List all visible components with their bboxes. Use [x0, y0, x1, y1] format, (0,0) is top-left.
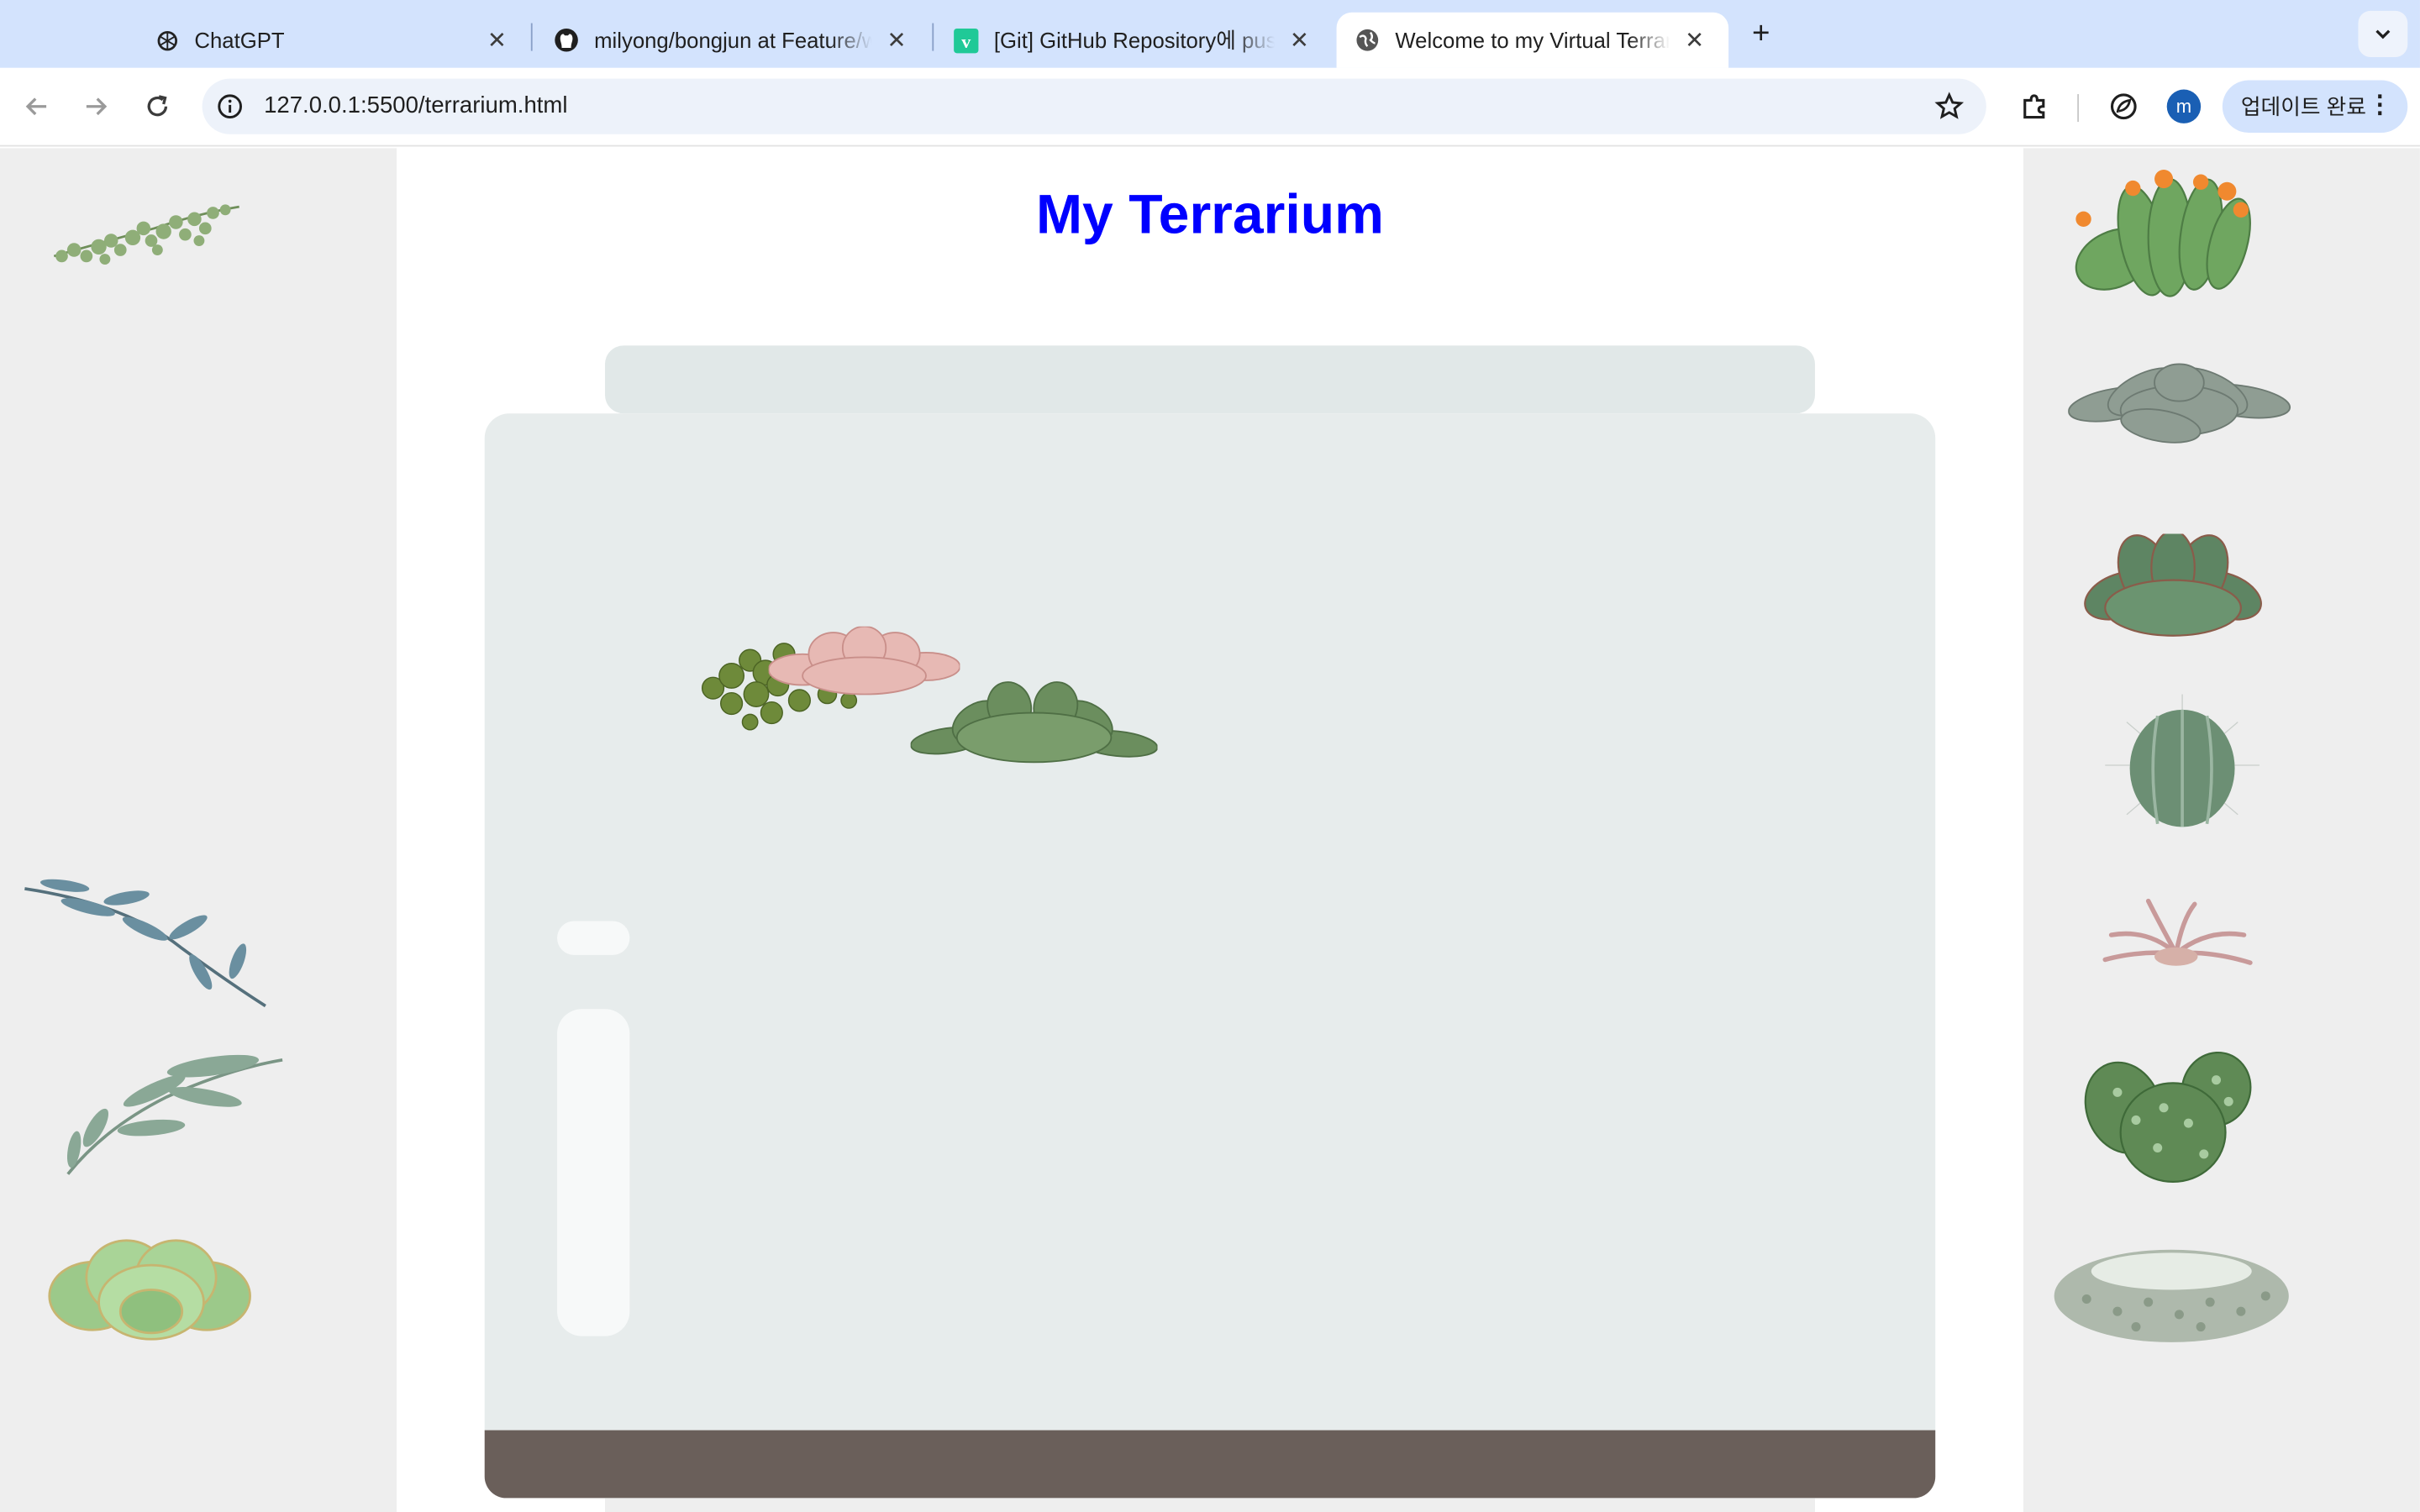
close-tab-icon[interactable]: ✕: [1679, 24, 1710, 55]
github-icon: [554, 28, 578, 52]
green-aloe-plant[interactable]: [2084, 533, 2263, 642]
close-tab-icon[interactable]: ✕: [481, 24, 513, 55]
tab-search-chevron-down-icon[interactable]: [2358, 10, 2408, 57]
olive-branch-plant[interactable]: [59, 1051, 291, 1182]
tab-title: milyong/bongjun at Feature/w: [594, 28, 872, 53]
close-tab-icon[interactable]: ✕: [1284, 24, 1315, 55]
site-info-icon[interactable]: [216, 92, 244, 120]
tab-divider: [530, 23, 533, 51]
tab-title: [Git] GitHub Repository에 pus: [993, 28, 1276, 53]
forward-arrow-icon[interactable]: [76, 87, 116, 127]
leaf-extension-icon[interactable]: [2107, 90, 2140, 123]
page-title: My Terrarium: [1035, 181, 1384, 246]
tab-title: ChatGPT: [194, 28, 285, 53]
tab-terrarium[interactable]: Welcome to my Virtual Terrari ✕: [1336, 12, 1729, 68]
jar-glossy-long: [557, 1009, 630, 1336]
svg-text:v: v: [961, 30, 971, 51]
prickly-pear-plant[interactable]: [2081, 1046, 2258, 1184]
tab-github[interactable]: milyong/bongjun at Feature/w ✕: [535, 13, 930, 68]
terrarium-page: My Terrarium: [0, 148, 2420, 1512]
more-menu-icon[interactable]: ⋮: [2367, 91, 2391, 122]
flowering-cactus-plant[interactable]: [2068, 164, 2265, 306]
tab-title: Welcome to my Virtual Terrari: [1395, 28, 1670, 53]
green-echeveria-plant[interactable]: [910, 679, 1158, 771]
round-cactus-plant[interactable]: [2096, 691, 2269, 833]
jar-bottom: [604, 1498, 1815, 1512]
chatgpt-icon: [155, 28, 179, 52]
reload-icon[interactable]: [137, 87, 177, 127]
spiky-mound-plant[interactable]: [2049, 1241, 2293, 1346]
tab-chatgpt[interactable]: ChatGPT ✕: [136, 13, 531, 68]
extensions-puzzle-icon[interactable]: [2018, 90, 2051, 123]
tab-divider: [932, 23, 934, 51]
jar-top: [604, 345, 1815, 414]
toolbar-divider: [2077, 94, 2080, 123]
new-tab-icon[interactable]: +: [1743, 15, 1780, 52]
air-plant[interactable]: [2102, 898, 2254, 975]
back-arrow-icon[interactable]: [17, 87, 57, 127]
jar-glossy-short: [557, 921, 630, 955]
update-label: 업데이트 완료: [2240, 94, 2366, 119]
url-text[interactable]: 127.0.0.1:5500/terrarium.html: [264, 92, 567, 118]
trailing-pearls-plant[interactable]: [46, 194, 247, 271]
profile-avatar[interactable]: m: [2166, 89, 2202, 123]
close-tab-icon[interactable]: ✕: [881, 24, 913, 55]
update-button[interactable]: 업데이트 완료 ⋮: [2222, 80, 2408, 133]
bookmark-star-icon[interactable]: [1933, 91, 1965, 122]
jar-walls: [484, 413, 1936, 1432]
dirt: [484, 1430, 1936, 1499]
velog-icon: v: [954, 28, 979, 53]
browser-toolbar: 127.0.0.1:5500/terrarium.html m 업데이트 완료 …: [0, 67, 2420, 147]
tab-strip: ChatGPT ✕ milyong/bongjun at Feature/w ✕…: [0, 0, 2420, 68]
globe-icon: [1355, 28, 1380, 52]
rosette-succulent-plant[interactable]: [46, 1237, 255, 1346]
address-bar[interactable]: 127.0.0.1:5500/terrarium.html: [202, 78, 1986, 134]
eucalyptus-sprig-plant[interactable]: [18, 874, 273, 1012]
tab-velog[interactable]: v [Git] GitHub Repository에 pus ✕: [935, 13, 1334, 68]
silver-echeveria-plant[interactable]: [2068, 358, 2291, 450]
